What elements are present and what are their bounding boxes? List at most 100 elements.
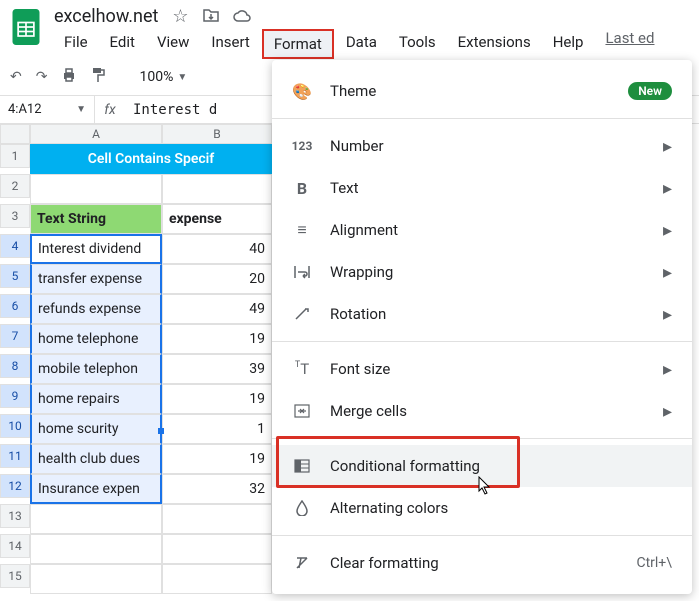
menu-bar: File Edit View Insert Format Data Tools … (54, 29, 689, 59)
row-header[interactable]: 13 (0, 504, 30, 528)
merge-icon (292, 404, 312, 418)
menu-tools[interactable]: Tools (389, 29, 446, 59)
cell[interactable] (162, 174, 272, 204)
selection-handle[interactable] (158, 428, 164, 434)
row-header[interactable]: 11 (0, 444, 30, 468)
menu-merge-cells[interactable]: Merge cells ▸ (272, 390, 692, 432)
cell[interactable]: 32 (162, 474, 272, 504)
submenu-arrow-icon: ▸ (663, 401, 672, 422)
sheets-logo[interactable] (10, 6, 42, 48)
cell[interactable]: 39 (162, 354, 272, 384)
row-header[interactable]: 2 (0, 174, 30, 198)
menu-number[interactable]: 123 Number ▸ (272, 125, 692, 167)
menu-label: Rotation (330, 305, 645, 323)
col-header-a[interactable]: A (30, 124, 162, 144)
bold-icon: B (292, 179, 312, 198)
document-title[interactable]: excelhow.net (54, 6, 158, 27)
cell[interactable]: 49 (162, 294, 272, 324)
menu-text[interactable]: B Text ▸ (272, 167, 692, 209)
cell[interactable]: mobile telephon (30, 354, 162, 384)
menu-label: Font size (330, 360, 645, 378)
menu-format[interactable]: Format (262, 29, 334, 59)
print-icon[interactable] (61, 67, 77, 87)
cell[interactable]: 20 (162, 264, 272, 294)
header-cell-a[interactable]: Text String (30, 204, 162, 234)
clear-format-icon (292, 556, 312, 570)
menu-extensions[interactable]: Extensions (448, 29, 541, 59)
undo-icon[interactable]: ↶ (10, 69, 22, 85)
cell[interactable]: 19 (162, 384, 272, 414)
move-icon[interactable] (203, 6, 219, 27)
row-header[interactable]: 5 (0, 264, 30, 288)
menu-view[interactable]: View (147, 29, 199, 59)
paint-format-icon[interactable] (91, 67, 105, 87)
submenu-arrow-icon: ▸ (663, 304, 672, 325)
menu-file[interactable]: File (54, 29, 98, 59)
cell[interactable] (162, 534, 272, 564)
row-header[interactable]: 14 (0, 534, 30, 558)
palette-icon: 🎨 (292, 82, 312, 101)
name-box[interactable]: 4:A12 ▼ (0, 96, 95, 123)
row-header[interactable]: 15 (0, 564, 30, 588)
cell[interactable]: 19 (162, 444, 272, 474)
cloud-icon[interactable] (233, 6, 251, 27)
cell[interactable] (30, 534, 162, 564)
cell[interactable]: health club dues (30, 444, 162, 474)
row-header[interactable]: 8 (0, 354, 30, 378)
row-header[interactable]: 1 (0, 144, 30, 168)
last-edit-link[interactable]: Last ed (605, 29, 654, 59)
star-icon[interactable]: ☆ (172, 6, 188, 27)
menu-insert[interactable]: Insert (201, 29, 259, 59)
fx-icon: fx (95, 102, 125, 118)
cell[interactable]: 1 (162, 414, 272, 444)
cell[interactable] (162, 504, 272, 534)
submenu-arrow-icon: ▸ (663, 136, 672, 157)
cell[interactable]: Interest dividend (30, 234, 162, 264)
menu-edit[interactable]: Edit (100, 29, 145, 59)
row-header[interactable]: 12 (0, 474, 30, 498)
menu-rotation[interactable]: Rotation ▸ (272, 293, 692, 335)
submenu-arrow-icon: ▸ (663, 220, 672, 241)
menu-data[interactable]: Data (336, 29, 387, 59)
select-all-corner[interactable] (0, 124, 30, 144)
col-header-b[interactable]: B (162, 124, 272, 144)
cell[interactable] (30, 174, 162, 204)
separator (272, 118, 692, 119)
new-badge: New (628, 82, 672, 100)
menu-label: Alternating colors (330, 499, 672, 517)
menu-wrapping[interactable]: Wrapping ▸ (272, 251, 692, 293)
title-cell[interactable]: Cell Contains Specif (30, 144, 272, 174)
cell[interactable] (30, 504, 162, 534)
menu-label: Conditional formatting (330, 457, 672, 475)
menu-font-size[interactable]: TT Font size ▸ (272, 348, 692, 390)
row-header[interactable]: 3 (0, 204, 30, 228)
menu-theme[interactable]: 🎨 Theme New (272, 70, 692, 112)
zoom-dropdown[interactable]: 100% ▼ (139, 69, 187, 85)
separator (272, 438, 692, 439)
menu-label: Number (330, 137, 645, 155)
row-header[interactable]: 9 (0, 384, 30, 408)
cell[interactable]: home scurity (30, 414, 162, 444)
cell[interactable] (30, 564, 162, 594)
cell[interactable] (162, 564, 272, 594)
cell[interactable]: home repairs (30, 384, 162, 414)
header-cell-b[interactable]: expense (162, 204, 272, 234)
cell[interactable]: transfer expense (30, 264, 162, 294)
menu-label: Theme (330, 82, 610, 100)
redo-icon[interactable]: ↷ (36, 69, 48, 85)
zoom-value: 100% (139, 69, 173, 85)
row-header[interactable]: 4 (0, 234, 30, 258)
row-header[interactable]: 6 (0, 294, 30, 318)
name-box-value: 4:A12 (8, 102, 42, 117)
menu-clear-formatting[interactable]: Clear formatting Ctrl+\ (272, 542, 692, 584)
row-header[interactable]: 7 (0, 324, 30, 348)
cell[interactable]: refunds expense (30, 294, 162, 324)
cell[interactable]: 40 (162, 234, 272, 264)
cell[interactable]: Insurance expen (30, 474, 162, 504)
menu-alignment[interactable]: ≡ Alignment ▸ (272, 209, 692, 251)
cell[interactable]: 19 (162, 324, 272, 354)
row-header[interactable]: 10 (0, 414, 30, 438)
formula-bar[interactable]: Interest d (125, 102, 217, 118)
cell[interactable]: home telephone (30, 324, 162, 354)
menu-help[interactable]: Help (543, 29, 594, 59)
